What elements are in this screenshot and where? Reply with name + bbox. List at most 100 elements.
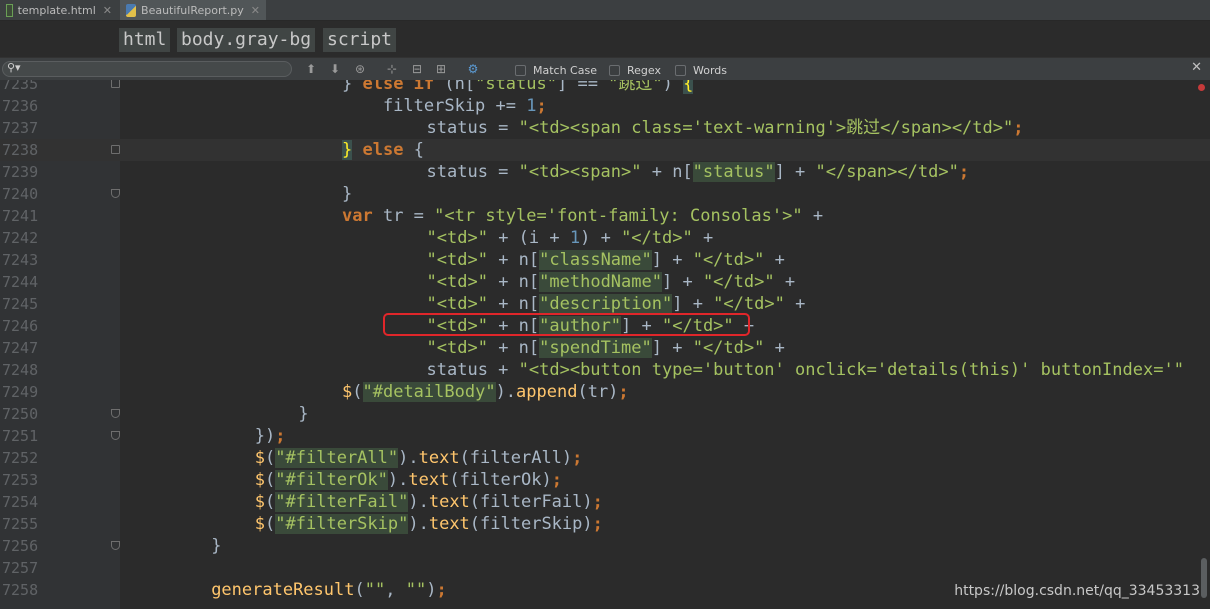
code-token: + <box>774 272 796 292</box>
code-line[interactable]: 7239 status = "<td><span>" + n["status"]… <box>0 161 1210 183</box>
code-line[interactable]: 7256} <box>0 535 1210 557</box>
code-line[interactable]: 7247 "<td>" + n["spendTime"] + "</td>" + <box>0 337 1210 359</box>
match-case-option[interactable]: Match Case <box>515 62 597 78</box>
close-icon[interactable]: ✕ <box>251 4 260 17</box>
code-text: } else { <box>342 139 424 161</box>
code-token: "</td>" <box>692 338 765 358</box>
code-token: text <box>408 470 450 490</box>
previous-occurrence-icon[interactable]: ⬆ <box>303 61 319 77</box>
code-token: var <box>342 206 373 226</box>
search-field: ⚲▾ <box>2 61 292 77</box>
code-line[interactable]: 7241 var tr = "<tr style='font-family: Co… <box>0 205 1210 227</box>
code-token: ( <box>265 448 276 468</box>
code-token: (filterSkip) <box>469 514 593 534</box>
code-token: ] + <box>774 162 816 182</box>
code-token: } <box>298 404 309 424</box>
tab-label: template.html <box>17 3 96 17</box>
code-line[interactable]: 7244 "<td>" + n["methodName"] + "</td>" … <box>0 271 1210 293</box>
code-text: $("#filterOk").text(filterOk); <box>255 469 562 491</box>
regex-checkbox[interactable] <box>609 64 620 76</box>
code-line[interactable]: 7253 $("#filterOk").text(filterOk); <box>0 469 1210 491</box>
next-occurrence-icon[interactable]: ⬇ <box>327 61 343 77</box>
code-lines[interactable]: 7235} else if (n["status"] == "跳过") {723… <box>0 80 1210 609</box>
breadcrumb-item-html[interactable]: html <box>119 28 171 52</box>
code-line[interactable]: 7252 $("#filterAll").text(filterAll); <box>0 447 1210 469</box>
line-number: 7258 <box>2 581 39 599</box>
settings-gear-icon[interactable]: ⚙ <box>465 61 481 77</box>
find-all-icon[interactable]: ⊛ <box>352 61 368 77</box>
code-token: + <box>784 294 806 314</box>
add-occurrence-icon[interactable]: ⊹ <box>384 61 400 77</box>
code-token: + (i + <box>487 228 570 248</box>
close-icon[interactable]: ✕ <box>103 4 112 17</box>
line-number: 7248 <box>2 361 39 379</box>
code-line[interactable]: 7238 } else { <box>0 139 1210 161</box>
code-line[interactable]: 7242 "<td>" + (i + 1) + "</td>" + <box>0 227 1210 249</box>
code-line[interactable]: 7251}); <box>0 425 1210 447</box>
code-line[interactable]: 7243 "<td>" + n["className"] + "</td>" + <box>0 249 1210 271</box>
code-token: "<tr style='font-family: Consolas'>" <box>434 206 803 226</box>
remove-occurrence-icon[interactable]: ⊟ <box>409 61 425 77</box>
code-line[interactable]: 7245 "<td>" + n["description"] + "</td>"… <box>0 293 1210 315</box>
code-token: "<td><span>" <box>518 162 642 182</box>
code-token: "<td><button type='button' onclick='deta… <box>518 360 1184 380</box>
code-token: status = <box>385 162 519 182</box>
code-token: (filterOk) <box>449 470 552 490</box>
code-line[interactable]: 7237 status = "<td><span class='text-war… <box>0 117 1210 139</box>
close-icon[interactable]: ✕ <box>1191 60 1202 75</box>
error-indicator-icon <box>1198 84 1205 91</box>
code-text: generateResult("", ""); <box>211 579 447 601</box>
line-number: 7237 <box>2 119 39 137</box>
code-token: ; <box>592 514 603 534</box>
tab-template-html[interactable]: template.html ✕ <box>0 0 118 20</box>
line-number: 7244 <box>2 273 39 291</box>
match-case-checkbox[interactable] <box>515 64 526 76</box>
line-number: 7238 <box>2 141 39 159</box>
code-token: generateResult <box>211 580 355 600</box>
code-token: ( <box>354 580 365 600</box>
code-line[interactable]: 7255 $("#filterSkip").text(filterSkip); <box>0 513 1210 535</box>
select-all-occurrences-icon[interactable]: ⊞ <box>433 61 449 77</box>
code-token: "</td>" <box>713 294 785 314</box>
code-token: + n[ <box>487 294 540 314</box>
tab-beautifulreport-py[interactable]: BeautifulReport.py ✕ <box>120 0 266 20</box>
code-token: ) <box>662 80 684 94</box>
code-line[interactable]: 7257 <box>0 557 1210 579</box>
code-line[interactable]: 7249 $("#detailBody").append(tr); <box>0 381 1210 403</box>
words-checkbox[interactable] <box>675 64 686 76</box>
search-input[interactable] <box>27 62 267 76</box>
code-line[interactable]: 7250} <box>0 403 1210 425</box>
fold-marker-icon[interactable] <box>111 80 120 88</box>
code-line[interactable]: 7248 status + "<td><button type='button'… <box>0 359 1210 381</box>
search-icon[interactable]: ⚲▾ <box>7 61 21 74</box>
line-number: 7246 <box>2 317 39 335</box>
words-option[interactable]: Words <box>675 62 727 78</box>
code-token: ). <box>398 448 419 468</box>
code-text: "<td>" + (i + 1) + "</td>" + <box>386 227 714 249</box>
code-line[interactable]: 7236 filterSkip += 1; <box>0 95 1210 117</box>
fold-marker-icon[interactable] <box>111 409 120 418</box>
code-line[interactable]: 7235} else if (n["status"] == "跳过") { <box>0 80 1210 95</box>
fold-marker-icon[interactable] <box>111 431 120 440</box>
code-token: text <box>428 514 470 534</box>
code-text: } <box>298 403 308 425</box>
code-token: text <box>418 448 460 468</box>
regex-option[interactable]: Regex <box>609 62 661 78</box>
code-line[interactable]: 7254 $("#filterFail").text(filterFail); <box>0 491 1210 513</box>
fold-marker-icon[interactable] <box>111 189 120 198</box>
breadcrumb-item-body[interactable]: body.gray-bg <box>177 28 316 52</box>
code-token: "#filterFail" <box>275 492 409 512</box>
code-editor[interactable]: 7235} else if (n["status"] == "跳过") {723… <box>0 80 1210 609</box>
scrollbar-thumb[interactable] <box>1201 558 1207 598</box>
code-token: "</td>" <box>692 250 765 270</box>
code-line[interactable]: 7240} <box>0 183 1210 205</box>
code-token: (tr) <box>577 382 619 402</box>
code-token: + n[ <box>487 250 540 270</box>
fold-marker-icon[interactable] <box>111 541 120 550</box>
fold-marker-icon[interactable] <box>111 145 120 154</box>
code-token: } <box>211 536 222 556</box>
breadcrumb-item-script[interactable]: script <box>323 28 397 52</box>
line-number: 7253 <box>2 471 39 489</box>
python-file-icon <box>126 3 137 17</box>
